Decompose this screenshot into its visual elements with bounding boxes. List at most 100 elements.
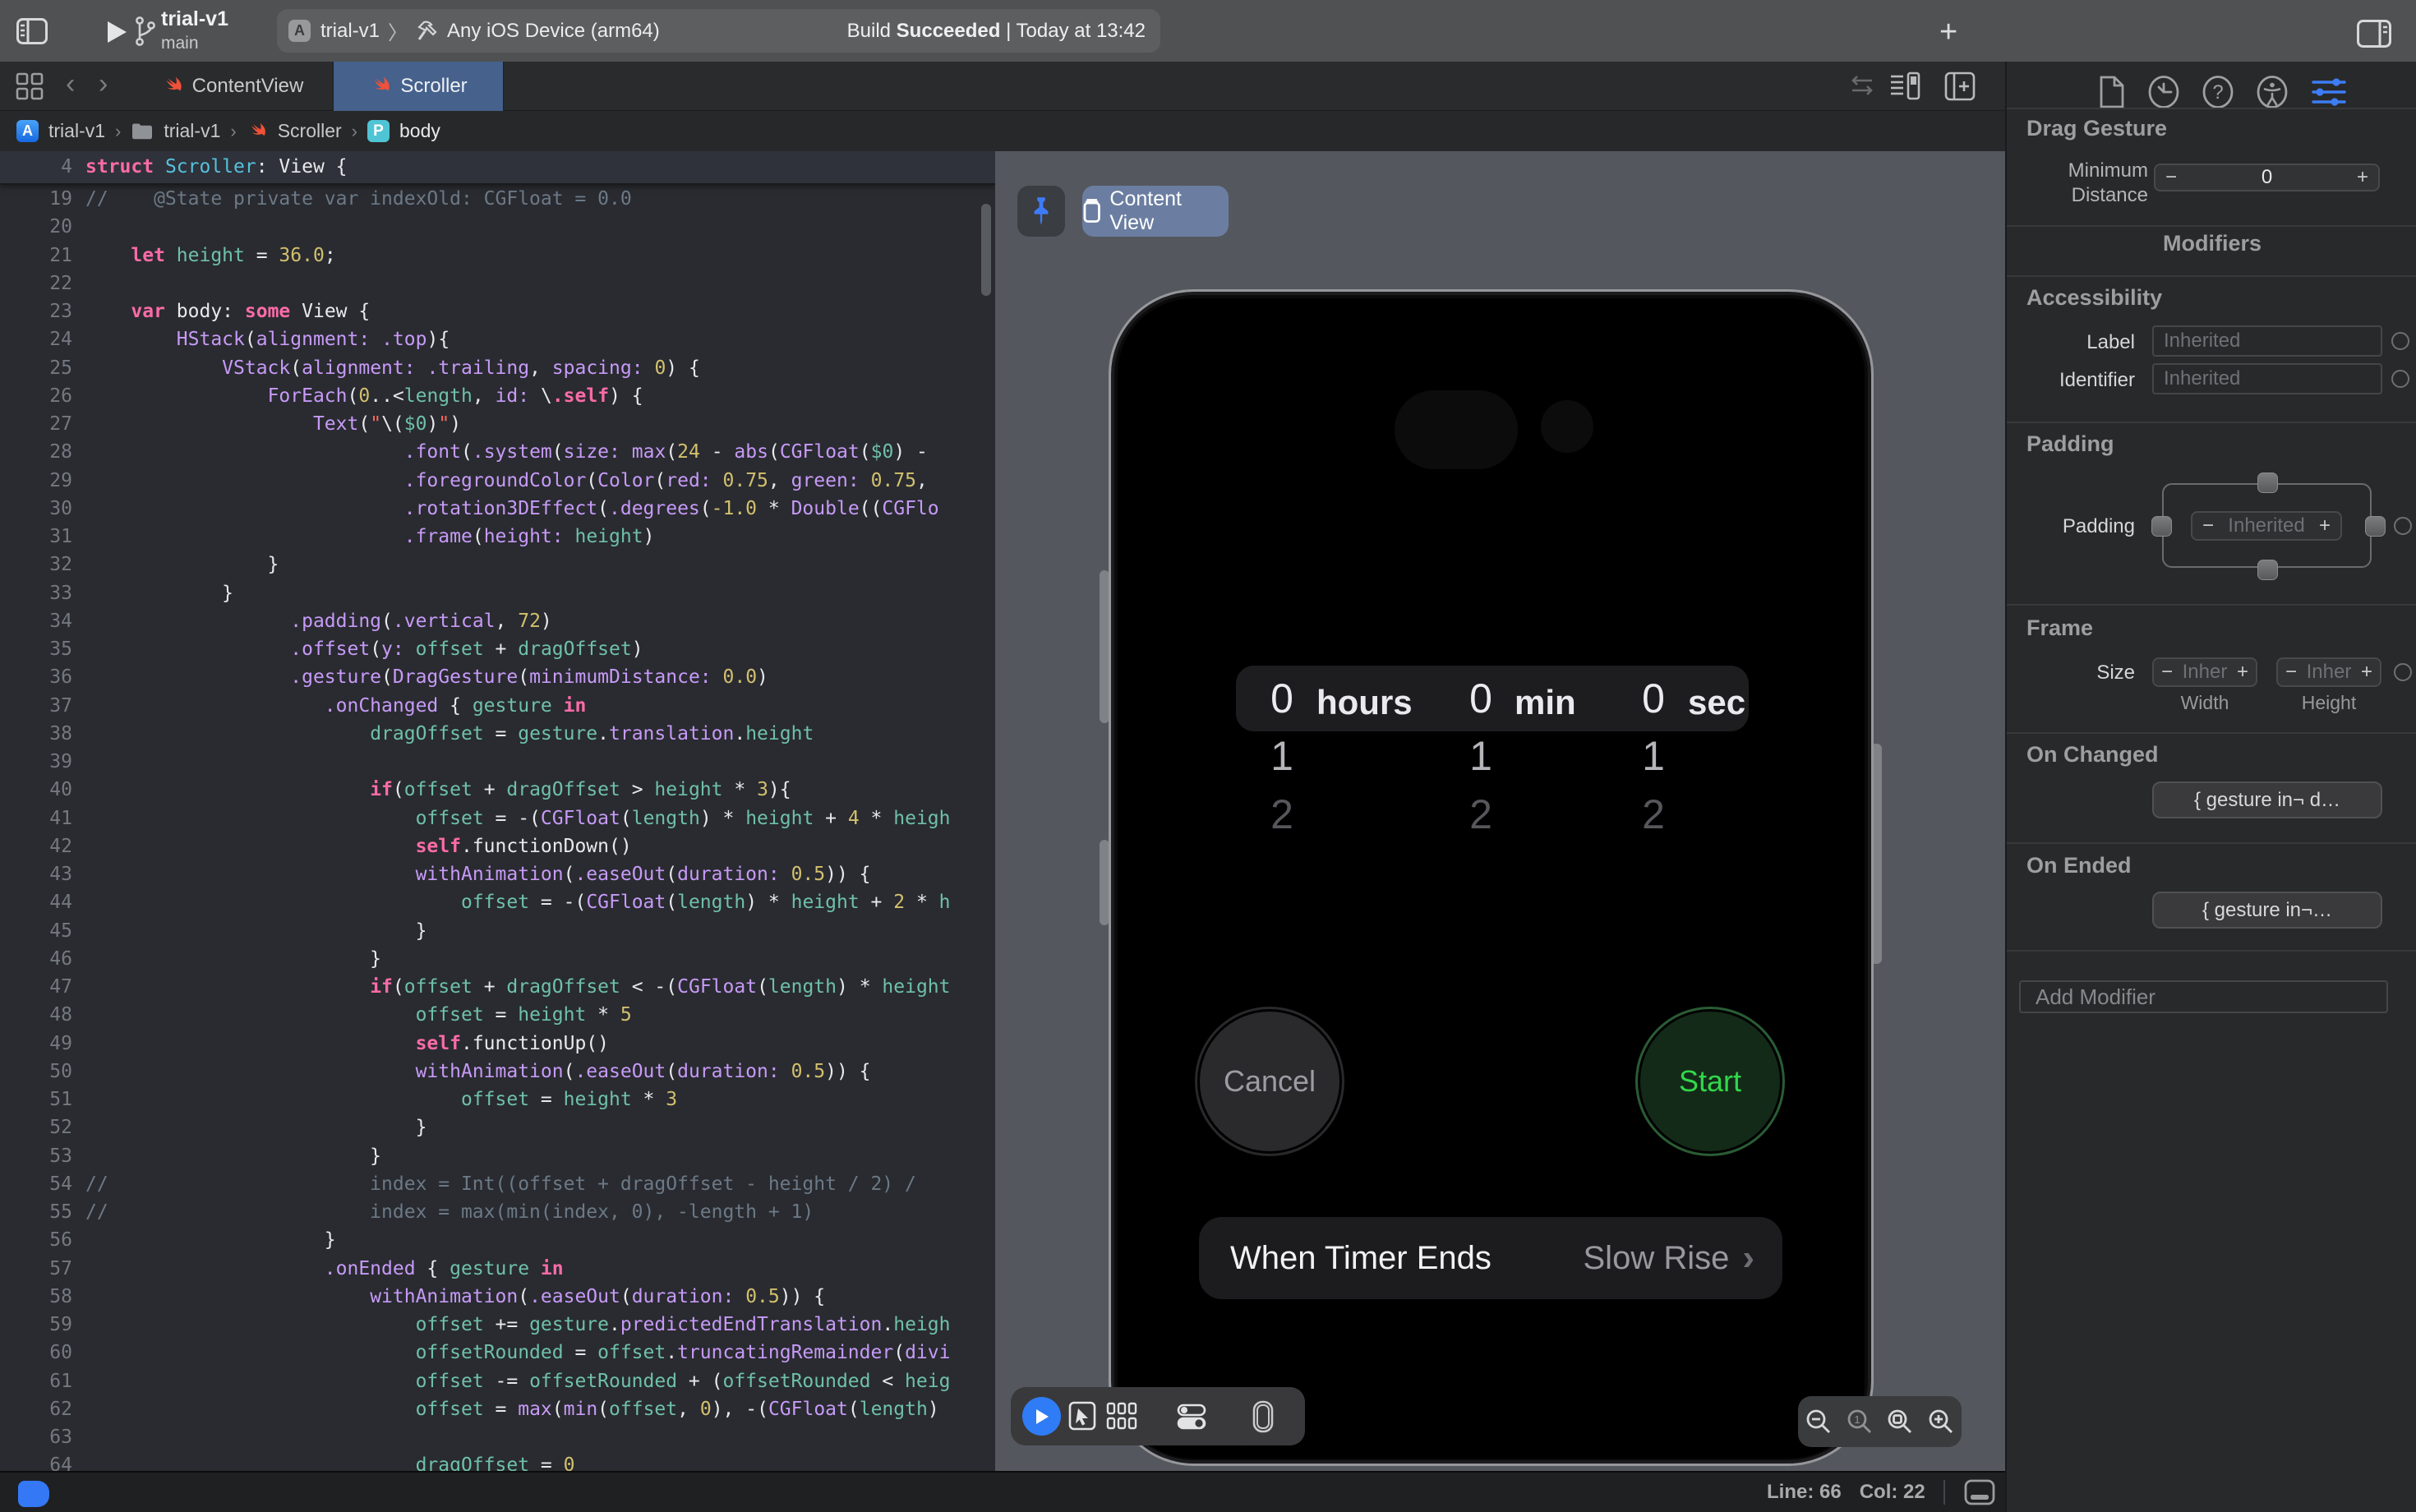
padding-bottom-handle[interactable] bbox=[2257, 560, 2278, 580]
stepper-decrement[interactable]: − bbox=[2285, 661, 2297, 684]
iphone-screen[interactable]: 0 hours 0 min 0 sec 1 1 1 2 2 2 Cancel S… bbox=[1118, 298, 1865, 1459]
code-line[interactable]: 22 bbox=[0, 270, 995, 297]
code-line[interactable]: 31 .frame(height: height) bbox=[0, 523, 995, 551]
start-button[interactable]: Start bbox=[1640, 1012, 1780, 1151]
breadcrumb-item-file[interactable]: Scroller bbox=[278, 120, 342, 142]
code-line[interactable]: 33 } bbox=[0, 579, 995, 607]
stepper-increment[interactable]: + bbox=[2357, 166, 2368, 189]
attributes-inspector-icon[interactable] bbox=[2309, 74, 2349, 110]
code-line[interactable]: 32 } bbox=[0, 551, 995, 579]
code-line[interactable]: 23 var body: some View { bbox=[0, 297, 995, 325]
scheme-selector[interactable]: A trial-v1 〉 Any iOS Device (arm64) Buil… bbox=[277, 9, 1160, 53]
code-line[interactable]: 43 withAnimation(.easeOut(duration: 0.5)… bbox=[0, 860, 995, 888]
live-preview-button[interactable] bbox=[1022, 1397, 1061, 1436]
variants-grid-button[interactable] bbox=[1104, 1399, 1141, 1433]
code-line[interactable]: 40 if(offset + dragOffset > height * 3){ bbox=[0, 776, 995, 804]
zoom-fit-icon[interactable] bbox=[1884, 1406, 1916, 1437]
on-ended-closure-button[interactable]: { gesture in¬… bbox=[2152, 892, 2382, 929]
code-line[interactable]: 26 ForEach(0..<length, id: \.self) { bbox=[0, 382, 995, 410]
code-line[interactable]: 41 offset = -(CGFloat(length) * height +… bbox=[0, 804, 995, 832]
cancel-button[interactable]: Cancel bbox=[1200, 1012, 1339, 1151]
scheme-destination[interactable]: Any iOS Device (arm64) bbox=[447, 20, 660, 43]
breadcrumb-item-symbol[interactable]: body bbox=[399, 120, 440, 142]
build-status[interactable]: Build Succeeded | Today at 13:42 bbox=[847, 20, 1146, 43]
code-line[interactable]: 39 bbox=[0, 748, 995, 776]
stepper-decrement[interactable]: − bbox=[2165, 166, 2177, 189]
tab-scroller[interactable]: Scroller bbox=[334, 62, 504, 111]
add-modifier-field[interactable]: Add Modifier bbox=[2019, 980, 2388, 1013]
zoom-out-icon[interactable] bbox=[1803, 1406, 1834, 1437]
code-line[interactable]: 34 .padding(.vertical, 72) bbox=[0, 607, 995, 635]
frame-height-stepper[interactable]: − Inher + bbox=[2276, 657, 2381, 687]
file-inspector-icon[interactable] bbox=[2096, 74, 2127, 110]
code-line[interactable]: 28 .font(.system(size: max(24 - abs(CGFl… bbox=[0, 438, 995, 466]
code-editor[interactable]: 4struct Scroller: View { 19// @State pri… bbox=[0, 151, 995, 1471]
frame-width-stepper[interactable]: − Inher + bbox=[2152, 657, 2257, 687]
back-chevron-icon[interactable]: ‹ bbox=[66, 68, 75, 100]
picker-row2[interactable]: 2 bbox=[1257, 793, 1307, 836]
stepper-increment[interactable]: + bbox=[2237, 661, 2248, 684]
breadcrumb-item-project[interactable]: trial-v1 bbox=[48, 120, 105, 142]
on-changed-closure-button[interactable]: { gesture in¬ d… bbox=[2152, 781, 2382, 818]
accessibility-identifier-field[interactable]: Inherited bbox=[2152, 363, 2382, 394]
code-line[interactable]: 62 offset = max(min(offset, 0), -(CGFloa… bbox=[0, 1395, 995, 1423]
history-inspector-icon[interactable] bbox=[2146, 74, 2181, 110]
code-line[interactable]: 49 self.functionUp() bbox=[0, 1030, 995, 1058]
code-line[interactable]: 64 dragOffset = 0 bbox=[0, 1451, 995, 1471]
code-line[interactable]: 60 offsetRounded = offset.truncatingRema… bbox=[0, 1339, 995, 1367]
picker-min-value[interactable]: 0 bbox=[1456, 677, 1505, 720]
padding-trailing-handle[interactable] bbox=[2365, 516, 2386, 537]
code-line[interactable]: 29 .foregroundColor(Color(red: 0.75, gre… bbox=[0, 467, 995, 495]
code-line[interactable]: 57 .onEnded { gesture in bbox=[0, 1255, 995, 1283]
picker-row1[interactable]: 1 bbox=[1456, 735, 1505, 777]
code-line[interactable]: 63 bbox=[0, 1423, 995, 1451]
code-line[interactable]: 55// index = max(min(index, 0), -length … bbox=[0, 1198, 995, 1226]
minimum-distance-stepper[interactable]: − 0 + bbox=[2154, 164, 2380, 191]
code-line[interactable]: 52 } bbox=[0, 1113, 995, 1141]
code-line[interactable]: 19// @State private var indexOld: CGFloa… bbox=[0, 185, 995, 213]
code-line[interactable]: 27 Text("\($0)") bbox=[0, 410, 995, 438]
code-line[interactable]: 61 offset -= offsetRounded + (offsetRoun… bbox=[0, 1367, 995, 1395]
padding-stepper[interactable]: − Inherited + bbox=[2191, 511, 2342, 541]
related-items-icon[interactable] bbox=[15, 71, 44, 101]
picker-hours-value[interactable]: 0 bbox=[1257, 677, 1307, 720]
picker-sec-value[interactable]: 0 bbox=[1629, 677, 1678, 720]
code-line[interactable]: 50 withAnimation(.easeOut(duration: 0.5)… bbox=[0, 1058, 995, 1086]
stepper-decrement[interactable]: − bbox=[2161, 661, 2173, 684]
add-editor-icon[interactable] bbox=[1943, 70, 1977, 103]
code-line[interactable]: 44 offset = -(CGFloat(length) * height +… bbox=[0, 888, 995, 916]
preview-device-button[interactable] bbox=[1238, 1390, 1289, 1443]
code-line[interactable]: 45 } bbox=[0, 917, 995, 945]
code-line[interactable]: 46 } bbox=[0, 945, 995, 973]
preview-name-pill[interactable]: Content View bbox=[1082, 186, 1229, 237]
frame-height-value[interactable]: Inher bbox=[2297, 661, 2361, 684]
frame-width-value[interactable]: Inher bbox=[2173, 661, 2237, 684]
code-line[interactable]: 59 offset += gesture.predictedEndTransla… bbox=[0, 1311, 995, 1339]
editor-scrollbar[interactable] bbox=[981, 204, 991, 296]
picker-row1[interactable]: 1 bbox=[1257, 735, 1307, 777]
pin-preview-button[interactable] bbox=[1017, 186, 1065, 237]
code-line[interactable]: 48 offset = height * 5 bbox=[0, 1001, 995, 1029]
picker-row2[interactable]: 2 bbox=[1629, 793, 1678, 836]
code-lines[interactable]: 19// @State private var indexOld: CGFloa… bbox=[0, 185, 995, 1471]
code-line[interactable]: 53 } bbox=[0, 1142, 995, 1170]
device-settings-button[interactable] bbox=[1166, 1390, 1217, 1443]
add-tab-button[interactable]: + bbox=[1939, 15, 1957, 50]
editor-layout-icon[interactable] bbox=[1963, 1478, 1996, 1506]
code-line[interactable]: 54// index = Int((offset + dragOffset - … bbox=[0, 1170, 995, 1198]
padding-leading-handle[interactable] bbox=[2151, 516, 2172, 537]
code-line[interactable]: 25 VStack(alignment: .trailing, spacing:… bbox=[0, 354, 995, 382]
stepper-increment[interactable]: + bbox=[2361, 661, 2372, 684]
forward-chevron-icon[interactable]: › bbox=[99, 68, 108, 100]
padding-toggle[interactable] bbox=[2394, 517, 2412, 535]
picker-row2[interactable]: 2 bbox=[1456, 793, 1505, 836]
code-line[interactable]: 56 } bbox=[0, 1226, 995, 1254]
code-line[interactable]: 42 self.functionDown() bbox=[0, 832, 995, 860]
stepper-increment[interactable]: + bbox=[2319, 514, 2331, 537]
code-line[interactable]: 21 let height = 36.0; bbox=[0, 242, 995, 270]
code-line[interactable]: 30 .rotation3DEffect(.degrees(-1.0 * Dou… bbox=[0, 495, 995, 523]
inspector-sidebar-toggle-icon[interactable] bbox=[2357, 20, 2391, 48]
padding-value[interactable]: Inherited bbox=[2214, 514, 2319, 537]
run-button[interactable] bbox=[105, 20, 128, 44]
branch-name[interactable]: trial-v1 bbox=[161, 7, 228, 31]
